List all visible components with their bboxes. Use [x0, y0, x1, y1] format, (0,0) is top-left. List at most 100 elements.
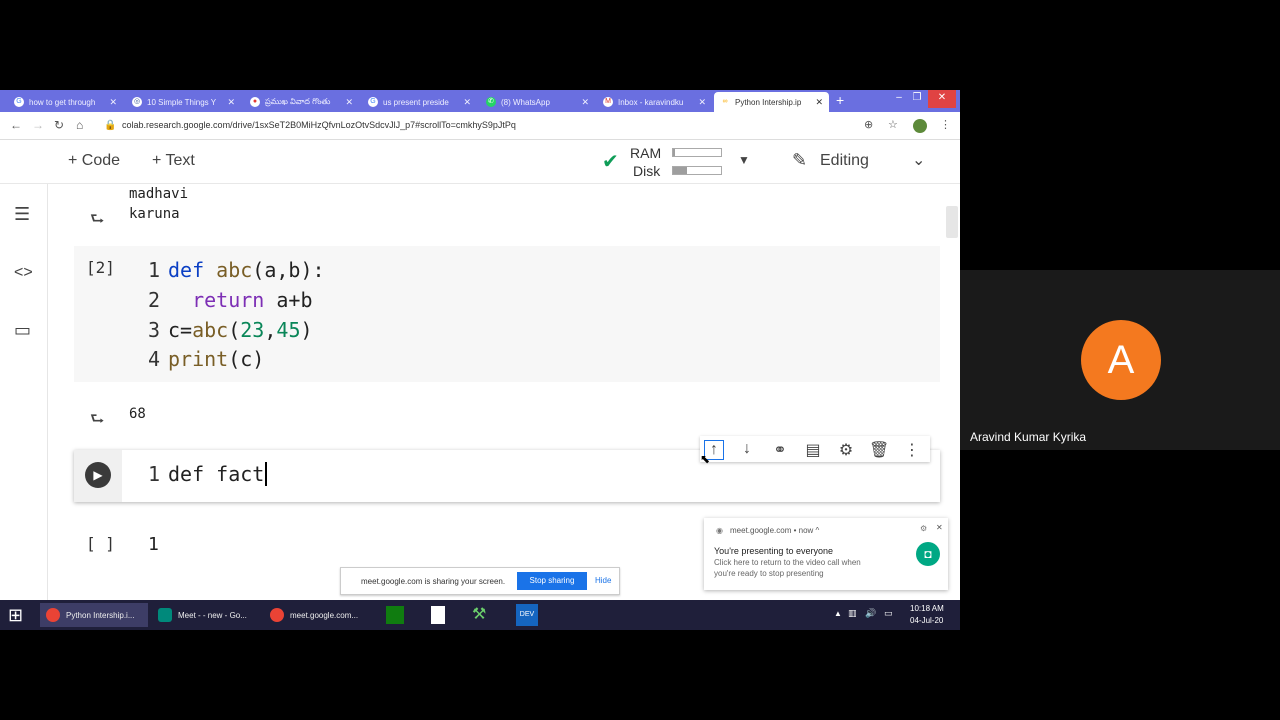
line-number: 2	[148, 288, 161, 312]
settings-gear-icon[interactable]: ⚙	[920, 524, 927, 533]
output-line: karuna	[129, 206, 180, 222]
code-editor-text[interactable]: def fact	[168, 462, 264, 486]
news-icon: ●	[250, 97, 260, 107]
zoom-icon[interactable]: ⊕	[864, 118, 873, 131]
home-icon[interactable]: ⌂	[76, 118, 83, 132]
hide-button[interactable]: Hide	[595, 576, 611, 585]
taskbar-app-label: Meet - - new - Go...	[178, 610, 247, 620]
star-bookmark-icon[interactable]: ☆	[888, 118, 898, 131]
code-cell[interactable]: [2] 1 def abc(a,b): 2 return a+b 3 c=abc(2…	[74, 246, 940, 382]
meet-icon: ◘	[916, 542, 940, 566]
output-arrow-icon[interactable]: ⮑	[90, 208, 104, 235]
more-vert-icon[interactable]: ⋮	[902, 440, 922, 460]
url-text[interactable]: colab.research.google.com/drive/1sxSeT2B…	[122, 120, 516, 130]
browser-tab-active[interactable]: ∞ Python Intership.ip ✕	[714, 92, 829, 112]
minimize-icon[interactable]: –	[892, 90, 906, 108]
tools-icon[interactable]: ⚒	[472, 604, 486, 624]
add-code-button[interactable]: + Code	[68, 152, 120, 170]
more-vert-icon[interactable]: ⋮	[940, 118, 951, 131]
code-line[interactable]: 2 return a+b	[148, 288, 313, 312]
close-icon[interactable]: ✕	[345, 97, 353, 108]
new-tab-plus-icon[interactable]: +	[836, 92, 844, 108]
tab-label: how to get through	[29, 97, 96, 107]
back-arrow-icon[interactable]: ←	[10, 118, 22, 132]
meet-window: G how to get through ✕ ◎ 10 Simple Thing…	[0, 0, 1280, 720]
taskbar-app[interactable]: meet.google.com...	[264, 603, 372, 627]
lock-icon[interactable]: 🔒	[104, 120, 116, 131]
gear-icon[interactable]: ⚙	[836, 440, 856, 460]
taskbar-app[interactable]: Python Intership.i...	[40, 603, 148, 627]
add-code-label: Code	[81, 152, 121, 169]
add-text-label: Text	[165, 152, 195, 169]
browser-tab-strip: G how to get through ✕ ◎ 10 Simple Thing…	[0, 90, 960, 112]
chevron-down-icon[interactable]: ⌄	[912, 150, 925, 170]
browser-tab[interactable]: ● ప్రముఖ వివాద గొంతు ✕	[244, 92, 359, 112]
windows-start-icon[interactable]: ⊞	[8, 605, 23, 625]
maximize-icon[interactable]: ❐	[910, 90, 924, 108]
tab-label: us present preside	[383, 97, 449, 107]
output-arrow-icon[interactable]: ⮑	[90, 408, 104, 435]
browser-tab[interactable]: ◎ 10 Simple Things Y ✕	[126, 92, 241, 112]
execution-count: [2]	[86, 258, 115, 277]
folder-icon[interactable]: ▭	[14, 320, 31, 341]
code-snippets-icon[interactable]: <>	[14, 264, 33, 282]
code-line[interactable]: 1 def fact	[148, 462, 268, 486]
dev-app-icon[interactable]: DEV	[516, 604, 538, 626]
comment-icon[interactable]: ▤	[803, 440, 823, 460]
close-icon[interactable]: ✕	[109, 97, 117, 108]
meet-icon	[158, 608, 172, 622]
tab-label: (8) WhatsApp	[501, 97, 550, 107]
reload-icon[interactable]: ↻	[54, 118, 64, 132]
execution-count: [ ]	[86, 534, 115, 553]
editing-mode-label[interactable]: Editing	[820, 152, 869, 170]
close-icon[interactable]: ✕	[698, 97, 706, 108]
browser-tab[interactable]: G us present preside ✕	[362, 92, 477, 112]
resources-dropdown-icon[interactable]: ▼	[738, 153, 750, 167]
notification-body: you're ready to stop presenting	[714, 569, 824, 578]
disk-meter[interactable]	[672, 166, 722, 175]
close-icon[interactable]: ✕	[936, 523, 943, 532]
trash-icon[interactable]: 🗑	[869, 440, 889, 460]
clock-time[interactable]: 10:18 AM	[910, 604, 944, 613]
meet-notification[interactable]: ◉ meet.google.com • now ^ ⚙ ✕ You're pre…	[704, 518, 948, 590]
notebook-scrollbar[interactable]	[946, 206, 958, 238]
add-text-button[interactable]: + Text	[152, 152, 195, 170]
close-icon[interactable]: ✕	[463, 97, 471, 108]
ram-meter[interactable]	[672, 148, 722, 157]
tray-chevron-icon[interactable]: ▲	[834, 609, 842, 618]
code-line[interactable]: 1 def abc(a,b):	[148, 258, 325, 282]
cell-output: 68	[129, 406, 146, 422]
link-icon[interactable]: ⚭	[770, 440, 790, 460]
clock-date[interactable]: 04-Jul-20	[910, 616, 943, 625]
line-number: 1	[148, 258, 161, 282]
connected-check-icon: ✔	[602, 151, 619, 173]
browser-tab[interactable]: M Inbox - karavindku ✕	[597, 92, 712, 112]
store-icon[interactable]	[386, 606, 404, 624]
stop-sharing-button[interactable]: Stop sharing	[517, 572, 587, 590]
code-line[interactable]: 3 c=abc(23,45)	[148, 318, 313, 342]
display-icon[interactable]: ▭	[884, 608, 893, 619]
browser-tab[interactable]: G how to get through ✕	[8, 92, 123, 112]
run-cell-button[interactable]: ▶	[85, 462, 111, 488]
close-icon[interactable]: ✕	[227, 97, 235, 108]
disk-meter-fill	[673, 167, 688, 174]
pencil-icon: ✎	[792, 150, 808, 170]
network-icon[interactable]: ▥	[848, 608, 857, 619]
move-cell-down-icon[interactable]: ↓	[737, 440, 757, 458]
table-of-contents-icon[interactable]: ☰	[14, 204, 30, 225]
close-icon[interactable]: ✕	[581, 97, 589, 108]
participant-tile[interactable]: A Aravind Kumar Kyrika	[960, 270, 1280, 450]
output-line: madhavi	[129, 186, 189, 202]
file-icon[interactable]	[431, 606, 445, 624]
code-line[interactable]: 4 print(c)	[148, 347, 264, 371]
forward-arrow-icon[interactable]: →	[32, 118, 44, 132]
window-close-icon[interactable]: ✕	[928, 90, 956, 108]
profile-avatar-icon[interactable]	[913, 119, 927, 133]
browser-tab[interactable]: ✆ (8) WhatsApp ✕	[480, 92, 595, 112]
close-icon[interactable]: ✕	[815, 97, 823, 108]
plus-icon: +	[152, 152, 166, 169]
google-icon: G	[368, 97, 378, 107]
volume-icon[interactable]: 🔊	[865, 608, 876, 619]
shared-screen: G how to get through ✕ ◎ 10 Simple Thing…	[0, 90, 960, 630]
taskbar-app[interactable]: Meet - - new - Go...	[152, 603, 260, 627]
